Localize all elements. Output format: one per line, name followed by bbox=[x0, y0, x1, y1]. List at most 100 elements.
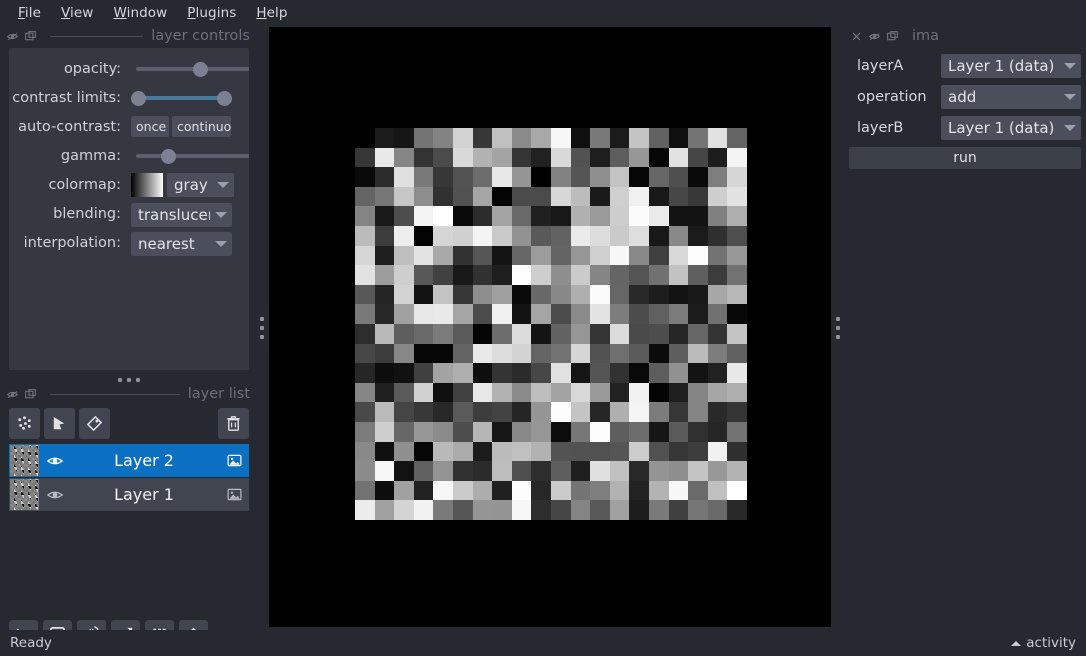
visibility-toggle[interactable] bbox=[41, 478, 69, 511]
image-pixel bbox=[668, 186, 689, 207]
image-pixel bbox=[531, 265, 551, 285]
image-pixel bbox=[394, 265, 414, 285]
auto-contrast-once-button[interactable]: once bbox=[131, 116, 169, 137]
hide-dock-icon[interactable] bbox=[6, 30, 19, 43]
menu-file[interactable]: File bbox=[8, 3, 51, 23]
image-pixel bbox=[531, 324, 551, 344]
gamma-field: 1.0 bbox=[131, 145, 249, 166]
interpolation-combobox[interactable]: nearest bbox=[131, 232, 232, 256]
opacity-slider[interactable] bbox=[131, 58, 249, 79]
hide-dock-icon[interactable] bbox=[868, 30, 881, 43]
layer-controls-panel: opacity: 1.0 contrast limits: bbox=[9, 48, 249, 370]
visibility-toggle[interactable] bbox=[41, 444, 69, 477]
run-button[interactable]: run bbox=[849, 147, 1081, 169]
image-pixel bbox=[492, 167, 512, 187]
image-pixel bbox=[472, 343, 493, 364]
new-points-layer-button[interactable] bbox=[9, 408, 40, 439]
image-pixel bbox=[492, 422, 512, 442]
image-pixel bbox=[433, 186, 453, 207]
image-pixel bbox=[531, 304, 551, 324]
layer-thumbnail bbox=[10, 445, 39, 476]
image-pixel bbox=[727, 382, 747, 403]
image-pixel bbox=[609, 304, 630, 324]
image-pixel bbox=[453, 402, 473, 422]
gamma-slider[interactable] bbox=[131, 145, 249, 166]
image-pixel bbox=[472, 265, 493, 285]
image-pixel bbox=[511, 402, 532, 422]
delete-layer-button[interactable] bbox=[218, 408, 249, 439]
image-pixel bbox=[492, 441, 512, 462]
image-pixel bbox=[570, 226, 591, 246]
labels-icon bbox=[87, 416, 102, 431]
status-message: Ready bbox=[10, 635, 52, 651]
layerB-combobox[interactable]: Layer 1 (data) bbox=[941, 115, 1081, 140]
image-pixel bbox=[355, 128, 375, 148]
new-labels-layer-button[interactable] bbox=[79, 408, 110, 439]
blending-value: translucent bbox=[138, 206, 210, 224]
image-pixel bbox=[551, 422, 571, 442]
image-pixel bbox=[413, 461, 434, 481]
menu-plugins[interactable]: Plugins bbox=[177, 3, 246, 23]
colormap-label: colormap: bbox=[48, 176, 121, 193]
image-pixel bbox=[629, 422, 649, 442]
opacity-handle[interactable] bbox=[193, 62, 208, 77]
colormap-swatch bbox=[131, 172, 163, 197]
image-pixel bbox=[433, 265, 453, 285]
contrast-limits-fill bbox=[141, 96, 222, 100]
menu-window[interactable]: Window bbox=[103, 3, 177, 23]
blending-combobox[interactable]: translucent bbox=[131, 203, 232, 227]
image-pixel bbox=[551, 226, 571, 246]
layerB-value: Layer 1 (data) bbox=[948, 118, 1055, 137]
image-pixel bbox=[629, 500, 649, 520]
auto-contrast-continuous-button[interactable]: continuous bbox=[172, 116, 231, 137]
viewer-canvas[interactable] bbox=[269, 27, 831, 627]
operation-combobox[interactable]: add bbox=[941, 84, 1081, 109]
contrast-limits-slider[interactable] bbox=[131, 87, 232, 108]
image-pixel bbox=[649, 128, 669, 148]
image-pixel bbox=[394, 402, 414, 422]
float-dock-icon[interactable] bbox=[24, 30, 37, 43]
image-pixel bbox=[707, 382, 728, 403]
image-pixel bbox=[590, 382, 610, 403]
colormap-combobox[interactable]: gray bbox=[167, 172, 234, 197]
layer-row[interactable]: Layer 2 bbox=[9, 444, 249, 477]
layer-row[interactable]: Layer 1 bbox=[9, 478, 249, 511]
chevron-down-icon[interactable] bbox=[210, 232, 232, 256]
trash-icon bbox=[227, 416, 240, 431]
float-dock-icon[interactable] bbox=[24, 388, 37, 401]
image-pixel bbox=[394, 304, 414, 324]
new-shapes-layer-button[interactable] bbox=[44, 408, 75, 439]
image-pixel bbox=[551, 245, 571, 266]
activity-toggle[interactable]: activity bbox=[1011, 635, 1076, 651]
contrast-limits-high-handle[interactable] bbox=[217, 91, 232, 106]
image-pixel bbox=[355, 422, 375, 442]
menu-help[interactable]: Help bbox=[246, 3, 297, 23]
image-pixel bbox=[688, 402, 708, 422]
image-pixel bbox=[492, 128, 512, 148]
hide-dock-icon[interactable] bbox=[6, 388, 19, 401]
image-pixel bbox=[707, 480, 728, 501]
chevron-down-icon[interactable] bbox=[1059, 54, 1081, 78]
image-pixel bbox=[433, 402, 453, 422]
image-pixel bbox=[609, 147, 630, 168]
chevron-down-icon[interactable] bbox=[212, 173, 234, 197]
image-pixel bbox=[472, 422, 493, 442]
image-pixel bbox=[433, 206, 453, 226]
menu-view[interactable]: View bbox=[51, 3, 103, 23]
float-dock-icon[interactable] bbox=[886, 30, 899, 43]
chevron-down-icon[interactable] bbox=[1059, 116, 1081, 140]
splitter-right[interactable] bbox=[832, 26, 844, 630]
chevron-down-icon[interactable] bbox=[1059, 85, 1081, 109]
image-pixel bbox=[413, 206, 434, 226]
image-pixel bbox=[374, 206, 395, 226]
gamma-handle[interactable] bbox=[161, 149, 176, 164]
chevron-down-icon[interactable] bbox=[210, 203, 232, 227]
image-pixel bbox=[707, 363, 728, 383]
image-pixel bbox=[688, 265, 708, 285]
contrast-limits-low-handle[interactable] bbox=[131, 91, 146, 106]
splitter-left[interactable] bbox=[256, 26, 268, 630]
image-pixel bbox=[453, 304, 473, 324]
layerB-label: layerB bbox=[857, 119, 904, 136]
layerA-combobox[interactable]: Layer 1 (data) bbox=[941, 53, 1081, 78]
close-dock-icon[interactable] bbox=[850, 30, 863, 43]
